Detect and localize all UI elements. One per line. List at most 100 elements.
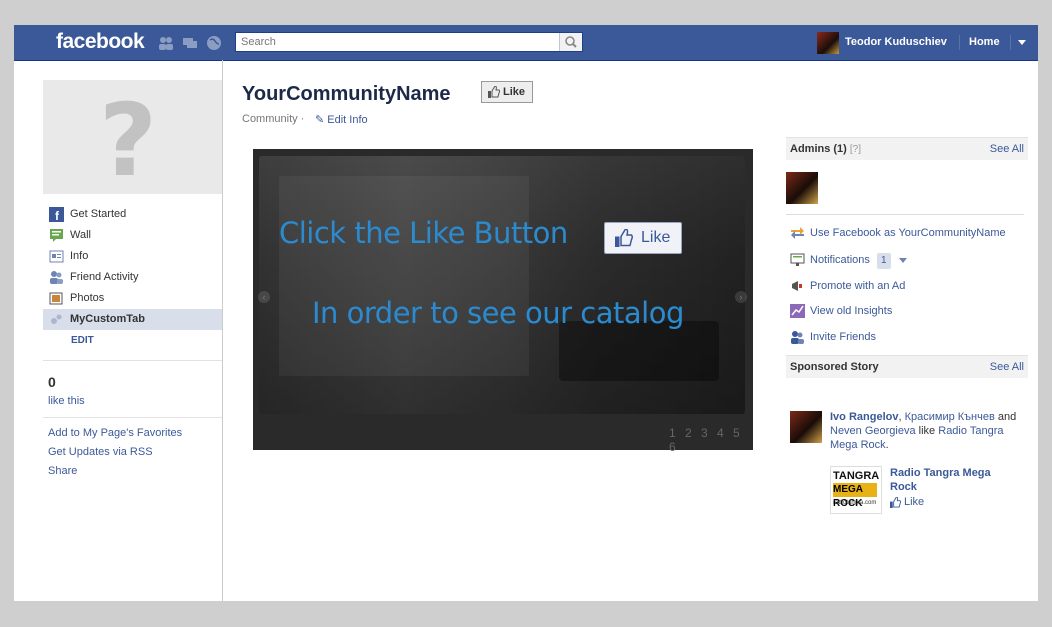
- slide-background-panel: [279, 176, 529, 376]
- slider-pager[interactable]: 1 2 3 4 5 6: [669, 426, 753, 454]
- divider: [43, 417, 222, 418]
- invite-friends-link[interactable]: Invite Friends: [790, 329, 876, 347]
- facebook-logo[interactable]: facebook: [56, 30, 145, 54]
- friend-requests-icon[interactable]: [158, 35, 174, 51]
- notifications-dropdown-icon[interactable]: [898, 257, 907, 263]
- like-button-label: Like: [503, 86, 526, 98]
- search-button[interactable]: [559, 33, 582, 51]
- radio-like-label: Like: [904, 496, 925, 508]
- slide-like-label: Like: [641, 229, 671, 246]
- question-mark-icon: ?: [99, 82, 158, 199]
- nav-item-label: Get Started: [70, 208, 127, 220]
- sponsor-avatar[interactable]: [790, 411, 822, 443]
- promote-with-ad-link[interactable]: Promote with an Ad: [790, 278, 905, 296]
- share-link[interactable]: Share: [48, 465, 182, 484]
- thumbs-up-icon: [615, 229, 633, 247]
- slide-subheadline: In order to see our catalog: [312, 296, 684, 330]
- admins-see-all-link[interactable]: See All: [990, 143, 1024, 155]
- profile-picture-placeholder[interactable]: ?: [43, 80, 222, 199]
- admins-help[interactable]: [?]: [850, 144, 861, 155]
- user-avatar[interactable]: [817, 32, 839, 54]
- notifications-globe-icon[interactable]: [206, 35, 222, 51]
- nav-item-label: Wall: [70, 229, 91, 241]
- nav-item-mycustomtab[interactable]: MyCustomTab: [43, 309, 222, 330]
- story-name-3[interactable]: Neven Georgieva: [830, 425, 916, 437]
- item-label: Invite Friends: [810, 331, 877, 343]
- edit-info-link[interactable]: ✎ Edit Info: [315, 113, 368, 126]
- search-placeholder: Search: [241, 36, 276, 48]
- thumbs-up-icon: [890, 497, 901, 508]
- radio-tangra-logo[interactable]: TANGRA MEGA ROCK radiotangra.com: [830, 466, 882, 514]
- photos-icon: [49, 292, 63, 305]
- thumbs-up-icon: [488, 86, 500, 98]
- nav-item-label: Photos: [70, 292, 105, 304]
- edit-info-label: Edit Info: [327, 114, 368, 126]
- radio-logo-mid-text: MEGA ROCK: [833, 483, 877, 509]
- radio-like-link[interactable]: Like: [890, 496, 924, 508]
- custom-tab-icon: [51, 314, 62, 324]
- slide-background-sofa: [559, 321, 719, 381]
- admin-avatar[interactable]: [786, 172, 818, 204]
- topbar-divider: [959, 35, 960, 50]
- page-actions: Add to My Page's Favorites Get Updates v…: [48, 427, 182, 484]
- switch-arrows-icon: [791, 227, 804, 239]
- slide-like-button[interactable]: Like: [604, 222, 682, 254]
- story-name-1[interactable]: Ivo Rangelov: [830, 411, 898, 423]
- item-label: Notifications: [810, 254, 870, 266]
- topbar-divider: [1010, 35, 1011, 50]
- sponsored-see-all-link[interactable]: See All: [990, 361, 1024, 373]
- like-count: 0: [48, 374, 56, 390]
- view-old-insights-link[interactable]: View old Insights: [790, 303, 892, 321]
- nav-item-label: MyCustomTab: [70, 313, 145, 325]
- notifications-count-badge: 1: [876, 253, 891, 269]
- insights-chart-icon: [790, 304, 805, 318]
- search-icon: [565, 36, 577, 48]
- nav-item-info[interactable]: Info: [43, 246, 222, 267]
- edit-tab-link[interactable]: EDIT: [71, 335, 94, 346]
- radio-logo-top-text: TANGRA: [833, 470, 880, 482]
- page-like-button[interactable]: Like: [481, 81, 533, 103]
- messages-icon[interactable]: [182, 35, 198, 51]
- slider-prev-arrow[interactable]: ‹: [258, 291, 270, 303]
- facebook-page-frame: facebook Search Teodor Kuduschiev Home ?…: [14, 25, 1038, 601]
- nav-item-photos[interactable]: Photos: [43, 288, 222, 309]
- user-name-link[interactable]: Teodor Kuduschiev: [845, 36, 947, 48]
- notifications-link[interactable]: Notifications 1: [790, 252, 907, 270]
- notifications-icon: [790, 253, 805, 266]
- radio-logo-bottom-text: radiotangra.com: [833, 500, 877, 506]
- sponsored-title: Sponsored Story: [790, 361, 879, 373]
- image-slider: Click the Like Button Like In order to s…: [253, 149, 753, 454]
- add-to-favorites-link[interactable]: Add to My Page's Favorites: [48, 427, 182, 446]
- like-this-link[interactable]: like this: [48, 395, 85, 407]
- nav-item-get-started[interactable]: f Get Started: [43, 204, 222, 225]
- megaphone-icon: [792, 281, 802, 291]
- home-link[interactable]: Home: [969, 36, 1000, 48]
- item-label: Use Facebook as YourCommunityName: [810, 227, 1006, 239]
- search-input[interactable]: Search: [235, 32, 583, 52]
- item-label: View old Insights: [810, 305, 893, 317]
- page-title: YourCommunityName: [242, 83, 451, 105]
- admins-title: Admins (1) [?]: [790, 143, 862, 155]
- top-bar: facebook Search Teodor Kuduschiev Home: [14, 25, 1038, 61]
- info-icon: [49, 250, 64, 263]
- story-end: .: [885, 439, 889, 451]
- account-menu-chevron-down-icon[interactable]: [1018, 40, 1026, 45]
- facebook-f-icon: f: [49, 207, 64, 222]
- nav-item-label: Friend Activity: [70, 271, 139, 283]
- slider-next-arrow[interactable]: ›: [735, 291, 747, 303]
- page-nav: f Get Started Wall Info Friend Activity …: [43, 204, 222, 330]
- sponsored-header: Sponsored Story See All: [786, 355, 1028, 378]
- get-updates-rss-link[interactable]: Get Updates via RSS: [48, 446, 182, 465]
- pencil-icon: ✎: [315, 114, 325, 126]
- use-facebook-as-page-link[interactable]: Use Facebook as YourCommunityName: [790, 225, 1006, 243]
- nav-item-friend-activity[interactable]: Friend Activity: [43, 267, 222, 288]
- divider: [43, 360, 222, 361]
- slide-headline: Click the Like Button: [279, 216, 568, 250]
- divider: [786, 214, 1024, 215]
- radio-page-link[interactable]: Radio Tangra Mega Rock: [890, 466, 1020, 494]
- right-column: Admins (1) [?] See All Use Facebook as Y…: [786, 137, 1028, 514]
- page-category: Community ·: [242, 113, 305, 125]
- story-name-2[interactable]: Красимир Кънчев: [905, 411, 995, 423]
- slide-image: Click the Like Button Like In order to s…: [259, 156, 745, 414]
- nav-item-wall[interactable]: Wall: [43, 225, 222, 246]
